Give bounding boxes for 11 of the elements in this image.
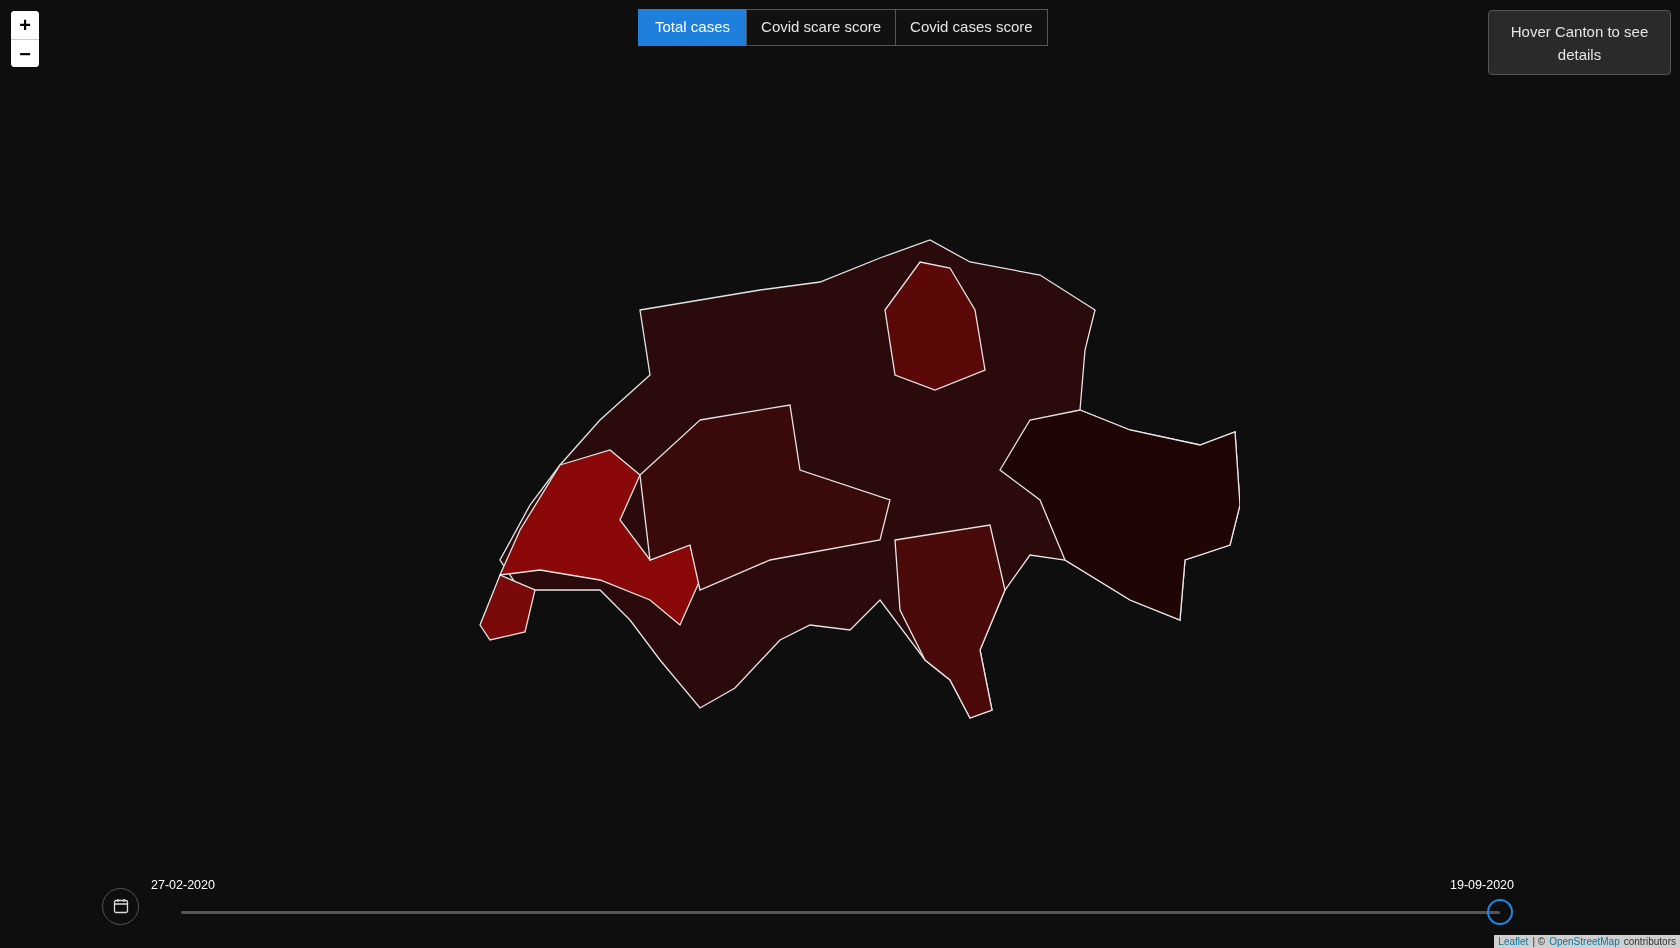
map-tab[interactable]: Covid scare score	[746, 9, 897, 46]
zoom-out-button[interactable]: −	[11, 39, 39, 67]
start-date-label: 27-02-2020	[151, 877, 215, 894]
attribution-suffix: contributors	[1623, 935, 1676, 948]
map-tab[interactable]: Covid cases score	[895, 9, 1048, 46]
info-panel: Hover Canton to see details	[1488, 10, 1671, 75]
calendar-icon	[112, 898, 129, 914]
map-tab[interactable]: Total cases	[638, 9, 748, 46]
attribution-separator: | ©	[1532, 935, 1546, 948]
end-date-label: 19-09-2020	[1450, 877, 1514, 894]
timeline-thumb[interactable]	[1487, 899, 1513, 925]
